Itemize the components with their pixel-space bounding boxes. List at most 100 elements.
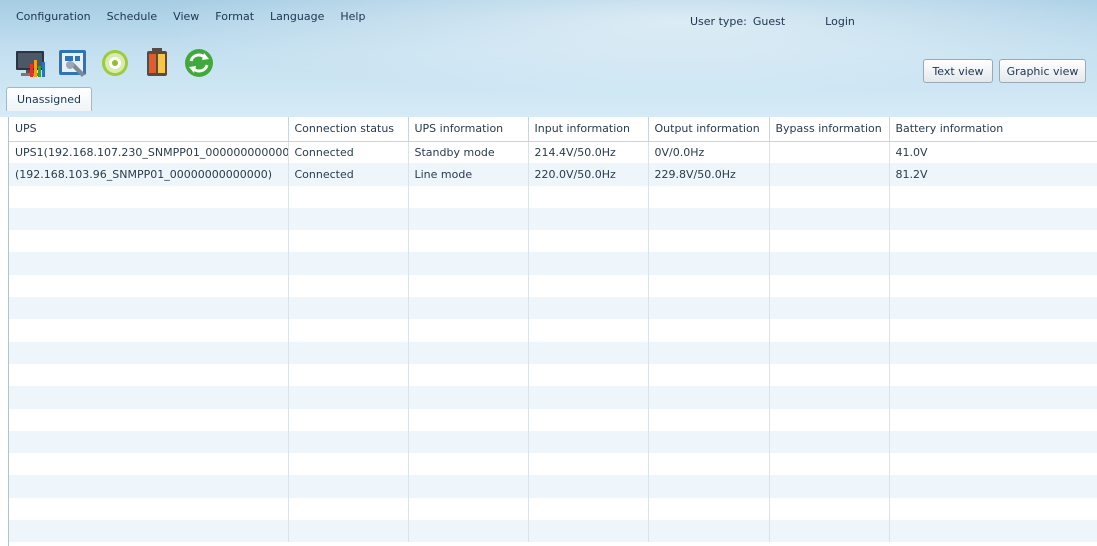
table-row[interactable] — [9, 453, 1097, 476]
graphic-view-button[interactable]: Graphic view — [999, 59, 1086, 83]
table-row[interactable] — [9, 363, 1097, 387]
table-cell — [288, 341, 409, 364]
table-cell: 81.2V — [889, 163, 1097, 186]
table-cell — [648, 207, 770, 231]
table-row[interactable] — [9, 297, 1097, 320]
tab-unassigned[interactable]: Unassigned — [6, 87, 92, 111]
table-cell — [889, 475, 1097, 498]
table-cell — [9, 430, 289, 454]
table-row[interactable]: (192.168.103.96_SNMPP01_00000000000000) C… — [9, 163, 1097, 186]
table-row[interactable] — [9, 185, 1097, 208]
table-cell — [528, 408, 649, 431]
table-cell — [288, 497, 409, 521]
table-cell — [769, 163, 890, 186]
table-cell — [889, 185, 1097, 208]
table-cell — [288, 252, 409, 275]
login-link[interactable]: Login — [825, 15, 855, 28]
table-row[interactable] — [9, 207, 1097, 231]
disc-icon[interactable] — [98, 46, 132, 80]
table-cell — [889, 386, 1097, 409]
table-cell — [889, 319, 1097, 342]
table-cell: 220.0V/50.0Hz — [528, 163, 649, 186]
menu-configuration[interactable]: Configuration — [16, 10, 99, 23]
table-cell — [769, 408, 890, 431]
battery-icon[interactable] — [140, 46, 174, 80]
table-cell — [288, 453, 409, 476]
table-cell — [9, 274, 289, 298]
table-row[interactable] — [9, 319, 1097, 342]
table-cell — [408, 363, 529, 387]
column-header[interactable]: Connection status — [288, 117, 409, 142]
table-row[interactable] — [9, 386, 1097, 409]
table-cell — [408, 497, 529, 521]
table-cell — [769, 341, 890, 364]
text-view-button[interactable]: Text view — [923, 59, 993, 83]
table-cell — [528, 274, 649, 298]
table-cell — [288, 408, 409, 431]
table-cell — [528, 453, 649, 476]
table-cell — [889, 363, 1097, 387]
table-cell — [288, 386, 409, 409]
table-row[interactable] — [9, 520, 1097, 543]
table-cell — [889, 252, 1097, 275]
table-row[interactable] — [9, 408, 1097, 431]
user-area: User type: Guest Login — [690, 15, 861, 28]
table-cell — [769, 497, 890, 521]
table-row[interactable] — [9, 475, 1097, 498]
table-cell — [408, 319, 529, 342]
table-row[interactable] — [9, 274, 1097, 298]
settings-panel-icon[interactable] — [56, 46, 90, 80]
table-row[interactable] — [9, 430, 1097, 454]
column-header[interactable]: UPS information — [408, 117, 529, 142]
column-header[interactable]: Bypass information — [769, 117, 890, 142]
table-cell — [648, 520, 770, 543]
table-cell — [889, 230, 1097, 253]
table-cell — [889, 297, 1097, 320]
table-cell — [9, 341, 289, 364]
table-cell: 214.4V/50.0Hz — [528, 141, 649, 164]
table-cell: (192.168.103.96_SNMPP01_00000000000000) — [9, 163, 289, 186]
table-row[interactable] — [9, 341, 1097, 364]
column-header[interactable]: Input information — [528, 117, 649, 142]
table-cell — [648, 430, 770, 454]
table-row[interactable] — [9, 252, 1097, 275]
table-cell — [288, 475, 409, 498]
table-cell — [648, 408, 770, 431]
table-cell — [648, 274, 770, 298]
table-cell — [769, 252, 890, 275]
table-cell — [408, 341, 529, 364]
column-header[interactable]: Output information — [648, 117, 770, 142]
refresh-icon[interactable] — [182, 46, 216, 80]
table-cell — [408, 230, 529, 253]
table-cell — [9, 252, 289, 275]
column-header[interactable]: Battery information — [889, 117, 1097, 142]
table-row[interactable] — [9, 230, 1097, 253]
table-cell — [408, 475, 529, 498]
table-cell — [528, 386, 649, 409]
monitor-chart-icon[interactable] — [14, 46, 48, 80]
table-cell: Standby mode — [408, 141, 529, 164]
table-cell: 229.8V/50.0Hz — [648, 163, 770, 186]
table-row[interactable] — [9, 497, 1097, 521]
table-cell — [288, 520, 409, 543]
table-cell — [9, 408, 289, 431]
table-cell — [889, 408, 1097, 431]
table-cell: 41.0V — [889, 141, 1097, 164]
menu-language[interactable]: Language — [262, 10, 332, 23]
table-cell — [288, 230, 409, 253]
table-cell — [528, 185, 649, 208]
table-cell — [769, 386, 890, 409]
menu-format[interactable]: Format — [207, 10, 262, 23]
table-cell — [889, 430, 1097, 454]
table-cell — [648, 386, 770, 409]
menu-help[interactable]: Help — [332, 10, 373, 23]
table-header-row: UPS Connection status UPS information Input… — [9, 117, 1097, 142]
menu-view[interactable]: View — [165, 10, 207, 23]
column-header[interactable]: UPS — [9, 117, 289, 142]
table-cell — [769, 430, 890, 454]
menu-schedule[interactable]: Schedule — [99, 10, 166, 23]
table-cell — [528, 520, 649, 543]
table-row[interactable]: UPS1(192.168.107.230_SNMPP01_00000000000… — [9, 141, 1097, 164]
table-cell: Connected — [288, 163, 409, 186]
toolbar — [14, 46, 216, 80]
